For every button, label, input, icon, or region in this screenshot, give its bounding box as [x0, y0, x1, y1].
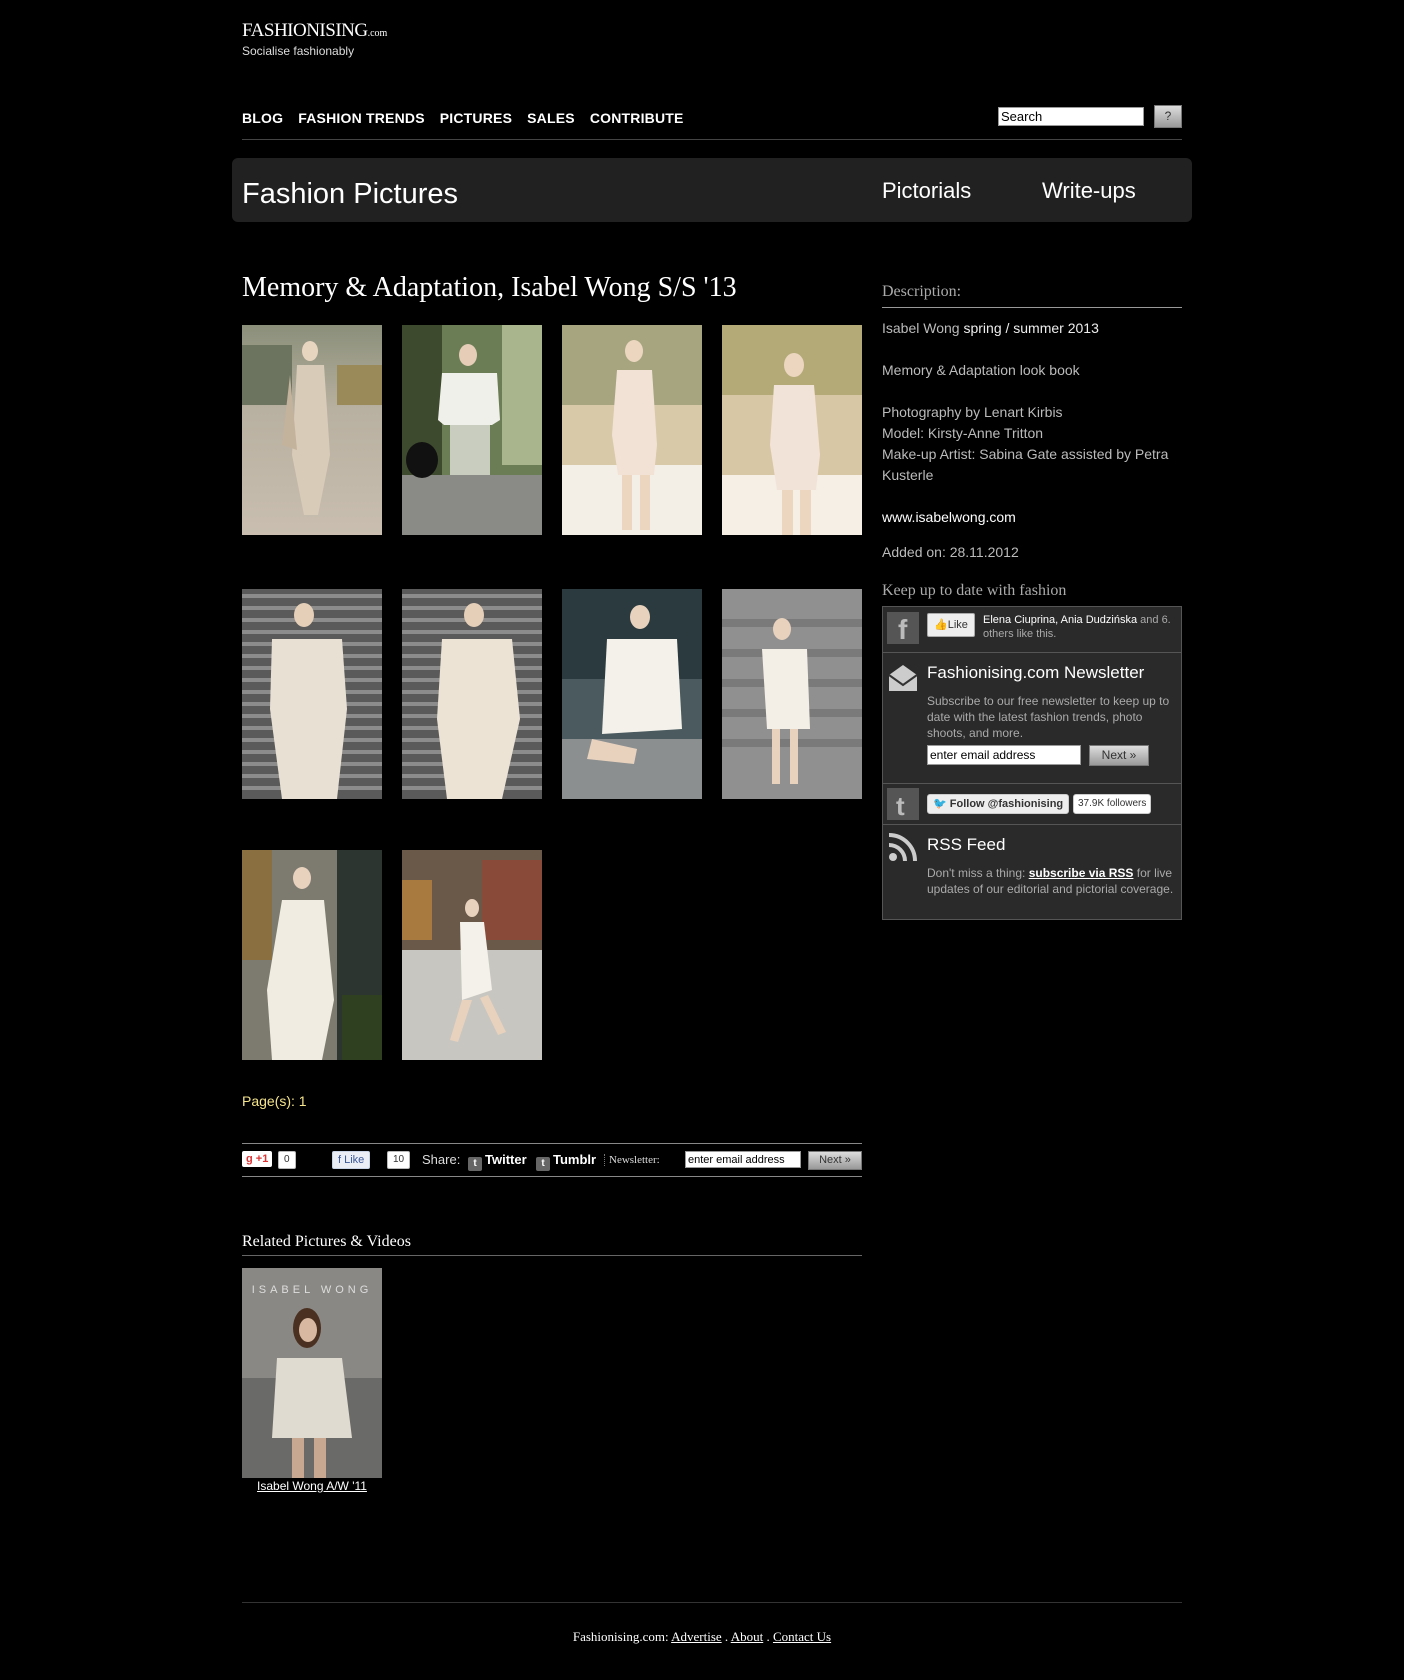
related-item-link[interactable]: Isabel Wong A/W '11 [242, 1479, 382, 1493]
svg-text:f: f [898, 614, 908, 644]
twitter-row: t 🐦 Follow @fashionising 37.9K followers [883, 784, 1181, 825]
newsletter-row: Fashionising.com Newsletter Subscribe to… [883, 653, 1181, 784]
facebook-like-text: Elena Ciuprina, Ania Dudzińska and 6. oth… [983, 614, 1171, 640]
related-divider [242, 1255, 862, 1256]
description-line: Photography by Lenart Kirbis [882, 404, 1063, 420]
twitter-followers-count: 37.9K followers [1073, 794, 1152, 814]
newsletter-title: Fashionising.com Newsletter [927, 663, 1145, 682]
newsletter-email-input[interactable] [927, 745, 1081, 765]
nav-fashion-trends[interactable]: FASHION TRENDS [298, 110, 424, 126]
share-label: Share: [422, 1152, 461, 1167]
footer-divider [242, 1602, 1182, 1603]
twitter-follow-button[interactable]: 🐦 Follow @fashionising [927, 794, 1070, 814]
description-line: Model: Kirsty-Anne Tritton [882, 425, 1044, 441]
nav-sales[interactable]: SALES [527, 110, 575, 126]
description-line: Memory & Adaptation look book [882, 362, 1080, 378]
facebook-icon: f [887, 612, 919, 645]
gallery-photo[interactable] [402, 589, 542, 799]
share-bar: g +1 0 f Like 10 Share: t Twitter t Tumblr… [242, 1143, 862, 1177]
header-divider [242, 139, 1182, 140]
gallery-title: Memory & Adaptation, Isabel Wong S/S '13 [242, 272, 737, 303]
site-logo[interactable]: FASHIONISING.com Socialise fashionably [242, 20, 387, 58]
rss-icon [887, 831, 919, 863]
added-date: Added on: 28.11.2012 [882, 544, 1019, 560]
website-link[interactable]: www.isabelwong.com [882, 507, 1182, 528]
section-banner: Fashion Pictures Pictorials Write-ups [232, 158, 1192, 222]
svg-text:t: t [896, 791, 905, 820]
facebook-like-button[interactable]: 👍Like [927, 613, 975, 637]
description-heading: Description: [882, 283, 962, 300]
footer-contact-link[interactable]: Contact Us [773, 1629, 831, 1644]
related-cover-text: ISABEL WONG [252, 1284, 373, 1296]
description-line: Isabel Wong spring / summer 2013 [882, 320, 1099, 336]
rss-title: RSS Feed [927, 835, 1006, 854]
related-heading: Related Pictures & Videos [242, 1233, 411, 1250]
search-input[interactable] [998, 107, 1144, 126]
gplus-icon: g [246, 1153, 253, 1165]
thumbs-up-icon: 👍 [934, 619, 948, 631]
newsletter-label: Newsletter: [604, 1154, 660, 1166]
newsletter-text: Subscribe to our free newsletter to keep… [927, 694, 1170, 740]
gallery-photo[interactable] [402, 850, 542, 1060]
bird-icon: 🐦 [933, 798, 947, 810]
nav-blog[interactable]: BLOG [242, 110, 283, 126]
envelope-icon [887, 661, 919, 693]
description-line: Make-up Artist: Sabina Gate assisted by … [882, 446, 1169, 483]
footer-site: Fashionising.com: [572, 1629, 669, 1644]
facebook-icon: f [338, 1154, 342, 1166]
site-tagline: Socialise fashionably [242, 44, 355, 58]
keep-up-heading: Keep up to date with fashion [882, 582, 1067, 599]
gallery-photo[interactable] [562, 589, 702, 799]
main-nav: BLOG FASHION TRENDS PICTURES SALES CONTR… [242, 110, 684, 126]
section-title: Fashion Pictures [242, 178, 458, 210]
google-plus-button[interactable]: g +1 [242, 1151, 273, 1167]
tumblr-icon: t [536, 1157, 550, 1171]
gallery-photo[interactable] [562, 325, 702, 535]
twitter-icon: t [468, 1157, 482, 1171]
nav-pictures[interactable]: PICTURES [440, 110, 512, 126]
gallery-photo[interactable] [402, 325, 542, 535]
share-newsletter-next[interactable]: Next » [808, 1151, 862, 1170]
share-newsletter-email[interactable] [685, 1151, 801, 1168]
rss-subscribe-link[interactable]: subscribe via RSS [1029, 866, 1134, 880]
facebook-like-count: 10 [387, 1151, 411, 1169]
twitter-icon: t [887, 788, 919, 821]
facebook-like-button[interactable]: f Like [332, 1151, 371, 1169]
rss-row: RSS Feed Don't miss a thing: subscribe v… [883, 825, 1181, 918]
gallery-photo[interactable] [242, 850, 382, 1060]
rss-text: Don't miss a thing: subscribe via RSS fo… [927, 866, 1174, 896]
gallery-photo[interactable] [722, 589, 862, 799]
page: FASHIONISING.com Socialise fashionably B… [0, 0, 1404, 1680]
search-area: ? [998, 105, 1182, 128]
gallery-photo[interactable] [242, 325, 382, 535]
gallery-photo[interactable] [722, 325, 862, 535]
gplus-count: 0 [278, 1151, 296, 1169]
search-button[interactable]: ? [1154, 105, 1182, 128]
footer-about-link[interactable]: About [731, 1629, 764, 1644]
footer: Fashionising.com: Advertise . About . Co… [572, 1629, 832, 1644]
description-divider [882, 307, 1182, 308]
facebook-row: f 👍Like Elena Ciuprina, Ania Dudzińska a… [883, 607, 1181, 653]
share-tumblr[interactable]: t Tumblr [536, 1152, 596, 1171]
brand-name[interactable]: FASHIONISING.com [242, 20, 387, 42]
newsletter-next-button[interactable]: Next » [1089, 745, 1149, 766]
nav-contribute[interactable]: CONTRIBUTE [590, 110, 684, 126]
footer-advertise-link[interactable]: Advertise [671, 1629, 722, 1644]
share-twitter[interactable]: t Twitter [468, 1152, 527, 1171]
related-item-thumbnail[interactable]: ISABEL WONG [242, 1268, 382, 1478]
pagination: Page(s): 1 [242, 1093, 307, 1109]
social-box: f 👍Like Elena Ciuprina, Ania Dudzińska a… [882, 606, 1182, 920]
gallery-photo[interactable] [242, 589, 382, 799]
tab-pictorials[interactable]: Pictorials [882, 178, 971, 204]
tab-write-ups[interactable]: Write-ups [1042, 178, 1136, 204]
